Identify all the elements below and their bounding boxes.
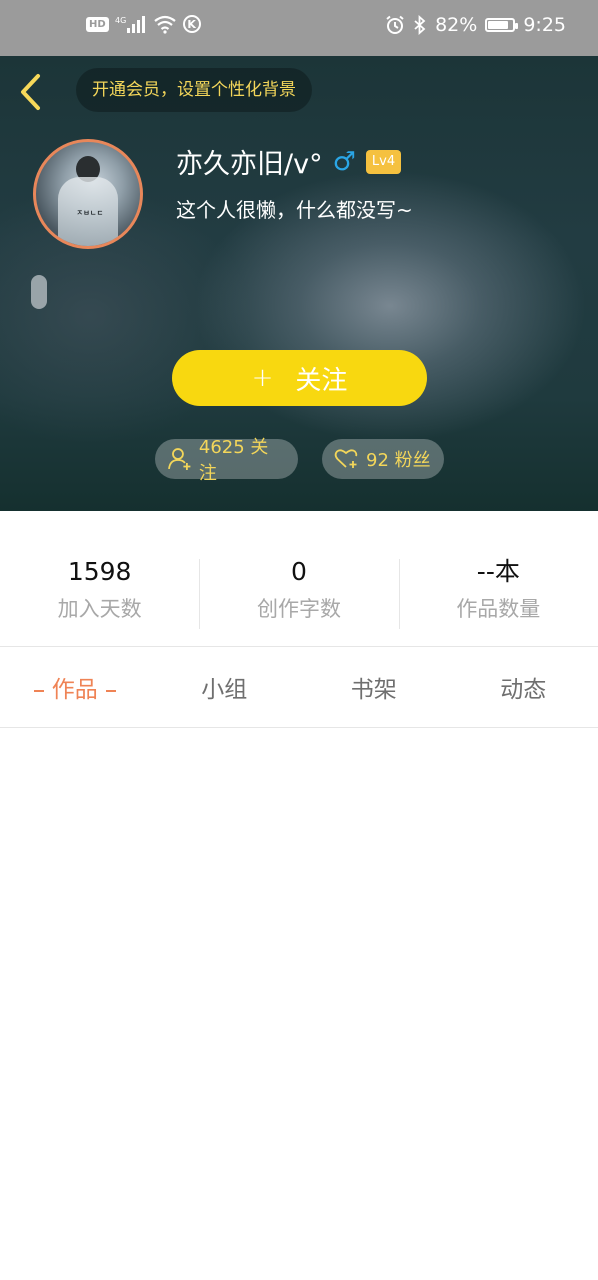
following-count-text: 4625 关注 bbox=[198, 437, 269, 484]
profile-stats: 1598 加入天数 0 创作字数 --本 作品数量 bbox=[0, 557, 598, 629]
tab-label: 书架 bbox=[350, 677, 397, 703]
stat-value: --本 bbox=[476, 557, 520, 586]
tab-indicator-left bbox=[33, 689, 44, 692]
k-icon: K bbox=[182, 15, 201, 33]
stat-works-count: --本 作品数量 bbox=[398, 557, 598, 629]
status-bar: HD 4G K 82% 9:25 bbox=[0, 0, 598, 56]
stat-value: 1598 bbox=[67, 557, 132, 586]
stat-value: 0 bbox=[291, 557, 307, 586]
vip-background-banner[interactable]: 开通会员，设置个性化背景 bbox=[76, 68, 312, 112]
clock: 9:25 bbox=[523, 14, 566, 36]
back-button[interactable] bbox=[16, 72, 46, 112]
follow-button[interactable]: + 关注 bbox=[172, 350, 427, 406]
signal-icon: 4G bbox=[115, 14, 147, 34]
heart-add-icon bbox=[334, 449, 358, 468]
tab-works[interactable]: 作品 bbox=[0, 670, 150, 704]
hd-icon: HD bbox=[86, 16, 109, 32]
username-row: 亦久亦旧/v° ♂ Lv4 bbox=[176, 142, 402, 181]
tab-bookshelf[interactable]: 书架 bbox=[299, 670, 449, 704]
wifi-icon bbox=[153, 14, 177, 34]
drag-handle[interactable] bbox=[31, 275, 47, 309]
back-arrow-icon bbox=[21, 74, 40, 110]
stat-label: 创作字数 bbox=[256, 597, 341, 621]
tab-label: 小组 bbox=[201, 677, 248, 703]
battery-percentage: 82% bbox=[435, 14, 478, 36]
stat-label: 作品数量 bbox=[456, 597, 541, 621]
profile-header: 开通会员，设置个性化背景 ㅈㅂㄴㄷ 亦久亦旧/v° ♂ Lv4 这个人很懒，什么… bbox=[0, 56, 598, 511]
network-type-label: 4G bbox=[115, 16, 126, 25]
user-add-icon bbox=[168, 448, 191, 470]
status-bar-left: HD 4G K bbox=[86, 14, 201, 34]
tab-label: 动态 bbox=[500, 677, 547, 703]
male-gender-icon: ♂ bbox=[332, 146, 356, 177]
following-count-pill[interactable]: 4625 关注 bbox=[155, 437, 298, 484]
stat-join-days: 1598 加入天数 bbox=[0, 557, 199, 629]
battery-icon bbox=[485, 18, 519, 32]
profile-tabs: 作品 小组 书架 动态 bbox=[0, 647, 598, 727]
bio-text: 这个人很懒，什么都没写~ bbox=[176, 198, 413, 222]
plus-icon: + bbox=[251, 363, 274, 393]
username: 亦久亦旧/v° bbox=[176, 149, 323, 180]
fans-count-pill[interactable]: 92 粉丝 bbox=[322, 439, 444, 479]
tab-groups[interactable]: 小组 bbox=[150, 670, 300, 704]
alarm-icon bbox=[385, 15, 405, 35]
stat-label: 加入天数 bbox=[57, 597, 142, 621]
battery-fill bbox=[488, 21, 508, 29]
tab-content-area bbox=[0, 728, 598, 1280]
tab-indicator-right bbox=[105, 689, 116, 692]
level-badge: Lv4 bbox=[365, 149, 402, 174]
tab-label: 作品 bbox=[51, 677, 98, 703]
stat-word-count: 0 创作字数 bbox=[199, 557, 398, 629]
avatar-caption: ㅈㅂㄴㄷ bbox=[76, 209, 104, 217]
status-bar-right: 82% 9:25 bbox=[385, 14, 566, 36]
fans-count-text: 92 粉丝 bbox=[366, 450, 431, 471]
avatar[interactable]: ㅈㅂㄴㄷ bbox=[33, 139, 143, 249]
follow-label: 关注 bbox=[295, 365, 348, 396]
bluetooth-icon bbox=[413, 15, 427, 35]
tab-activity[interactable]: 动态 bbox=[449, 670, 598, 704]
